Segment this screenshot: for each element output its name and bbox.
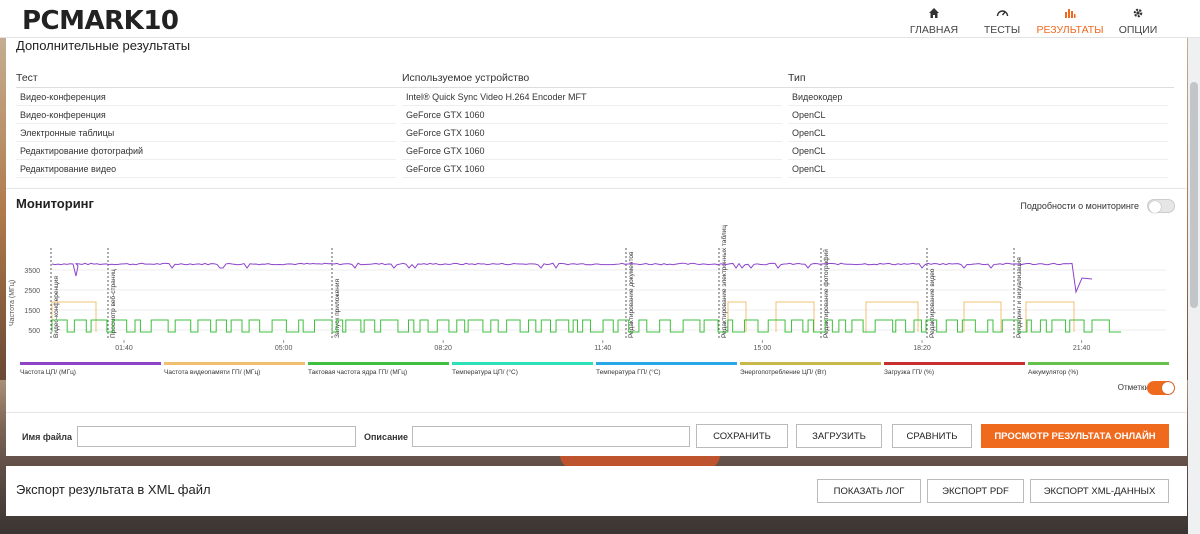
load-button[interactable]: ЗАГРУЗИТЬ bbox=[796, 424, 882, 448]
x-tick-label: 11:40 bbox=[594, 345, 611, 352]
nav-home[interactable]: ГЛАВНАЯ bbox=[900, 4, 968, 36]
nav-options[interactable]: ОПЦИИ bbox=[1104, 4, 1172, 36]
x-tick-label: 18:20 bbox=[913, 345, 931, 352]
legend-item[interactable]: Загрузка ГП/ (%) bbox=[884, 362, 1025, 376]
export-xml-button[interactable]: ЭКСПОРТ XML-ДАННЫХ bbox=[1030, 479, 1169, 503]
export-title: Экспорт результата в XML файл bbox=[16, 482, 211, 497]
cell-device: GeForce GTX 1060 bbox=[402, 124, 782, 142]
table-row: Видео-конференция GeForce GTX 1060 OpenC… bbox=[16, 106, 1174, 124]
table-row: Электронные таблицы GeForce GTX 1060 Ope… bbox=[16, 124, 1174, 142]
filename-label: Имя файла bbox=[22, 432, 73, 442]
test-marker-label: Запуск приложения bbox=[334, 279, 341, 338]
y-axis-label: Частота (МГц) bbox=[9, 280, 16, 326]
x-tick-label: 08:20 bbox=[434, 345, 452, 352]
column-header-test: Тест bbox=[16, 72, 38, 84]
results-panel: Дополнительные результаты Тест Используе… bbox=[6, 38, 1187, 456]
marks-toggle[interactable] bbox=[1147, 381, 1175, 395]
nav-results[interactable]: РЕЗУЛЬТАТЫ bbox=[1036, 4, 1104, 36]
scrollbar[interactable] bbox=[1188, 38, 1200, 534]
additional-results-table: Тест Используемое устройство Тип Видео-к… bbox=[16, 72, 1174, 178]
section-divider bbox=[6, 412, 1187, 413]
monitoring-chart-svg: 500 1500 2500 3500 Частота (МГц) 01:40 05:00 08… bbox=[9, 225, 1166, 352]
legend-item[interactable]: Аккумулятор (%) bbox=[1028, 362, 1169, 376]
test-marker-label: Редактирование фотографий bbox=[822, 249, 830, 338]
save-button[interactable]: СОХРАНИТЬ bbox=[696, 424, 788, 448]
table-row: Редактирование видео GeForce GTX 1060 Op… bbox=[16, 160, 1174, 178]
description-input[interactable] bbox=[412, 426, 690, 447]
x-tick-label: 01:40 bbox=[115, 345, 133, 352]
export-panel: Экспорт результата в XML файл ПОКАЗАТЬ Л… bbox=[6, 466, 1187, 516]
monitoring-details-toggle[interactable] bbox=[1147, 199, 1175, 213]
series-line-gpu-memory bbox=[727, 301, 747, 332]
cell-test: Видео-конференция bbox=[16, 106, 396, 124]
test-marker-label: Видео-конференция bbox=[53, 276, 60, 338]
cell-test: Электронные таблицы bbox=[16, 124, 396, 142]
monitoring-title: Мониторинг bbox=[16, 196, 94, 211]
view-online-button[interactable]: ПРОСМОТР РЕЗУЛЬТАТА ОНЛАЙН bbox=[981, 424, 1169, 448]
show-log-button[interactable]: ПОКАЗАТЬ ЛОГ bbox=[817, 479, 921, 503]
x-tick-label: 21:40 bbox=[1073, 345, 1091, 352]
series-line-gpu-memory bbox=[865, 301, 919, 332]
y-tick-label: 2500 bbox=[24, 288, 40, 295]
cell-device: GeForce GTX 1060 bbox=[402, 142, 782, 160]
test-marker-label: Редактирование электронных таблиц bbox=[720, 225, 728, 338]
test-marker-label: Редактирование видео bbox=[929, 268, 936, 338]
marks-label: Отметки bbox=[1117, 383, 1149, 392]
x-tick-label: 15:00 bbox=[754, 345, 772, 352]
scrollbar-thumb[interactable] bbox=[1190, 82, 1198, 308]
additional-results-title: Дополнительные результаты bbox=[16, 38, 191, 53]
cell-type: OpenCL bbox=[788, 142, 1168, 160]
chart-legend: Частота ЦП/ (МГц) Частота видеопамяти ГП… bbox=[20, 362, 1170, 376]
series-line-gpu-memory bbox=[1025, 301, 1075, 332]
legend-item[interactable]: Частота ЦП/ (МГц) bbox=[20, 362, 161, 376]
legend-item[interactable]: Энергопотребление ЦП/ (Вт) bbox=[740, 362, 881, 376]
cell-type: Видеокодер bbox=[788, 88, 1168, 106]
table-header: Тест Используемое устройство Тип bbox=[16, 72, 1174, 88]
cell-type: OpenCL bbox=[788, 124, 1168, 142]
nav-results-label: РЕЗУЛЬТАТЫ bbox=[1036, 24, 1104, 36]
export-pdf-button[interactable]: ЭКСПОРТ PDF bbox=[927, 479, 1024, 503]
bar-chart-icon bbox=[1036, 4, 1104, 22]
cell-device: GeForce GTX 1060 bbox=[402, 106, 782, 124]
legend-item[interactable]: Тактовая частота ядра ГП/ (МГц) bbox=[308, 362, 449, 376]
monitoring-details-label: Подробности о мониторинге bbox=[1020, 201, 1139, 211]
table-row: Редактирование фотографий GeForce GTX 10… bbox=[16, 142, 1174, 160]
column-header-device: Используемое устройство bbox=[402, 72, 530, 84]
nav-home-label: ГЛАВНАЯ bbox=[909, 24, 959, 36]
monitoring-chart: 500 1500 2500 3500 Частота (МГц) 01:40 05:00 08… bbox=[6, 222, 1187, 352]
y-tick-label: 1500 bbox=[24, 308, 40, 315]
nav-options-label: ОПЦИИ bbox=[1118, 24, 1158, 36]
legend-item[interactable]: Температура ГП/ (°C) bbox=[596, 362, 737, 376]
filename-input[interactable] bbox=[77, 426, 356, 447]
nav-tests[interactable]: ТЕСТЫ bbox=[968, 4, 1036, 36]
cell-test: Видео-конференция bbox=[16, 88, 396, 106]
legend-item[interactable]: Частота видеопамяти ГП/ (МГц) bbox=[164, 362, 305, 376]
cell-test: Редактирование видео bbox=[16, 160, 396, 178]
section-divider bbox=[6, 188, 1187, 189]
save-form: Имя файла Описание СОХРАНИТЬ ЗАГРУЗИТЬ С… bbox=[6, 414, 1187, 454]
cell-device: GeForce GTX 1060 bbox=[402, 160, 782, 178]
cell-test: Редактирование фотографий bbox=[16, 142, 396, 160]
cell-type: OpenCL bbox=[788, 106, 1168, 124]
legend-item[interactable]: Температура ЦП/ (°C) bbox=[452, 362, 593, 376]
table-row: Видео-конференция Intel® Quick Sync Vide… bbox=[16, 88, 1174, 106]
series-line-gpu-memory bbox=[963, 301, 1002, 332]
series-line-cpu bbox=[51, 262, 1093, 294]
top-bar: PCMARK10 ГЛАВНАЯ ТЕСТЫ РЕЗУЛЬТАТЫ ОПЦИИ bbox=[0, 0, 1200, 38]
column-header-type: Тип bbox=[788, 72, 806, 84]
compare-button[interactable]: СРАВНИТЬ bbox=[892, 424, 972, 448]
home-icon bbox=[900, 4, 968, 22]
test-marker-label: Рендеринг и визуализация bbox=[1016, 257, 1023, 338]
app-logo: PCMARK10 bbox=[22, 6, 179, 36]
nav-tests-label: ТЕСТЫ bbox=[983, 24, 1021, 36]
description-label: Описание bbox=[364, 432, 409, 442]
main-nav: ГЛАВНАЯ ТЕСТЫ РЕЗУЛЬТАТЫ ОПЦИИ bbox=[900, 4, 1172, 36]
gear-icon bbox=[1104, 4, 1172, 22]
cell-type: OpenCL bbox=[788, 160, 1168, 178]
y-tick-label: 500 bbox=[28, 328, 40, 335]
gauge-icon bbox=[968, 4, 1036, 22]
y-tick-label: 3500 bbox=[24, 268, 40, 275]
cell-device: Intel® Quick Sync Video H.264 Encoder MF… bbox=[402, 88, 782, 106]
x-tick-label: 05:00 bbox=[275, 345, 293, 352]
